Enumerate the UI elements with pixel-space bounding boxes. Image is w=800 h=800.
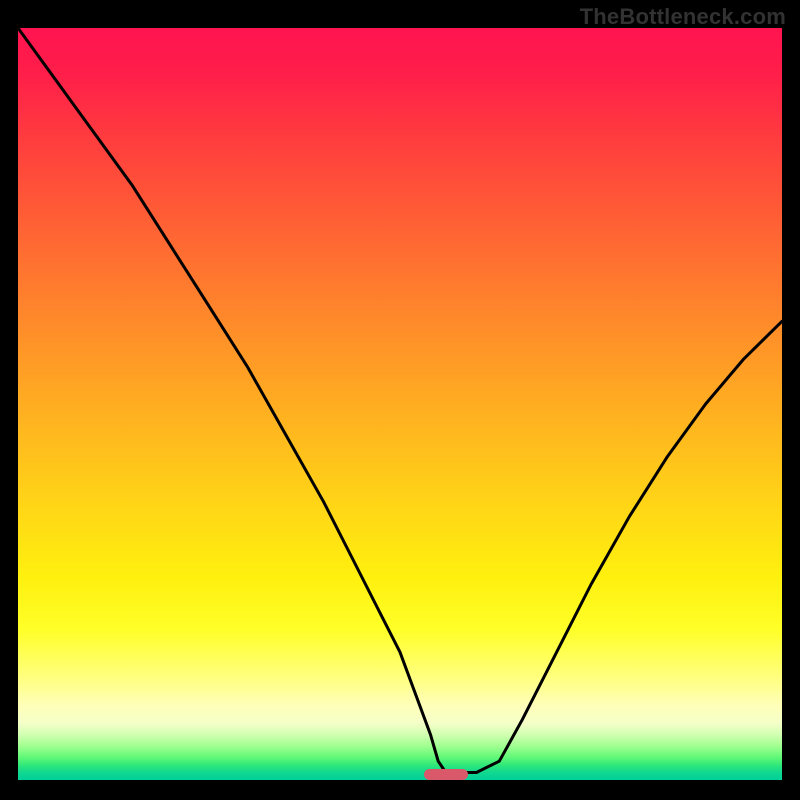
chart-frame: TheBottleneck.com: [0, 0, 800, 800]
optimal-marker: [424, 769, 468, 780]
bottleneck-curve: [18, 28, 782, 773]
watermark-text: TheBottleneck.com: [580, 4, 786, 30]
plot-area: [18, 28, 782, 780]
curve-layer: [18, 28, 782, 780]
